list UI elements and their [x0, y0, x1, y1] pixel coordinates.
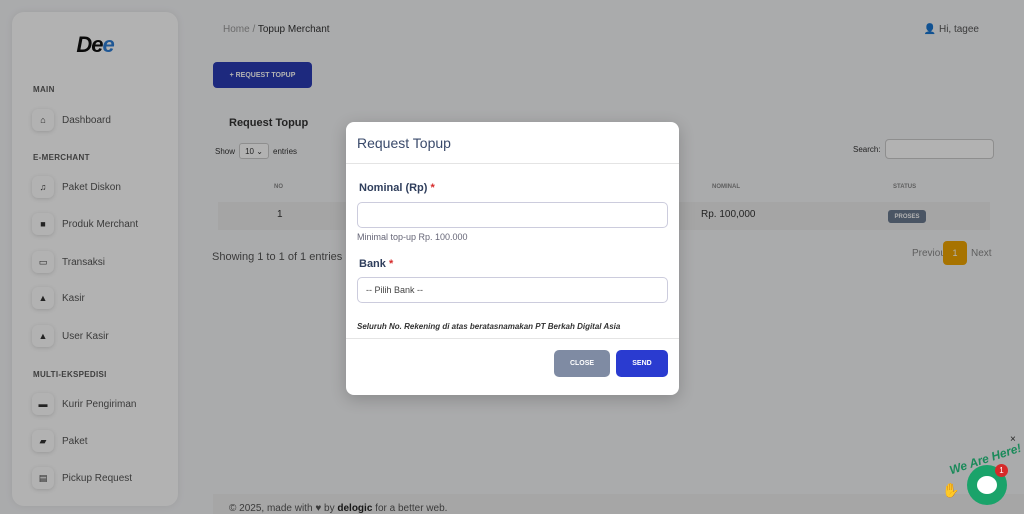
send-button[interactable]: SEND [616, 350, 668, 377]
wave-hand-icon: ✋ [942, 482, 960, 498]
bank-account-note: Seluruh No. Rekening di atas beratasnama… [357, 322, 621, 331]
request-topup-modal: Request Topup Nominal (Rp) * Minimal top… [346, 122, 679, 395]
nominal-label: Nominal (Rp) * [359, 182, 435, 194]
chat-bubble-icon [977, 476, 997, 494]
chat-unread-badge: 1 [995, 464, 1008, 477]
bank-label: Bank * [359, 258, 394, 270]
nominal-input[interactable] [357, 202, 668, 228]
close-button[interactable]: CLOSE [554, 350, 610, 377]
bank-select[interactable]: -- Pilih Bank -- [357, 277, 668, 303]
modal-title: Request Topup [357, 135, 451, 151]
modal-header-divider [346, 163, 679, 164]
modal-footer-divider [346, 338, 679, 339]
nominal-hint: Minimal top-up Rp. 100.000 [357, 232, 468, 242]
